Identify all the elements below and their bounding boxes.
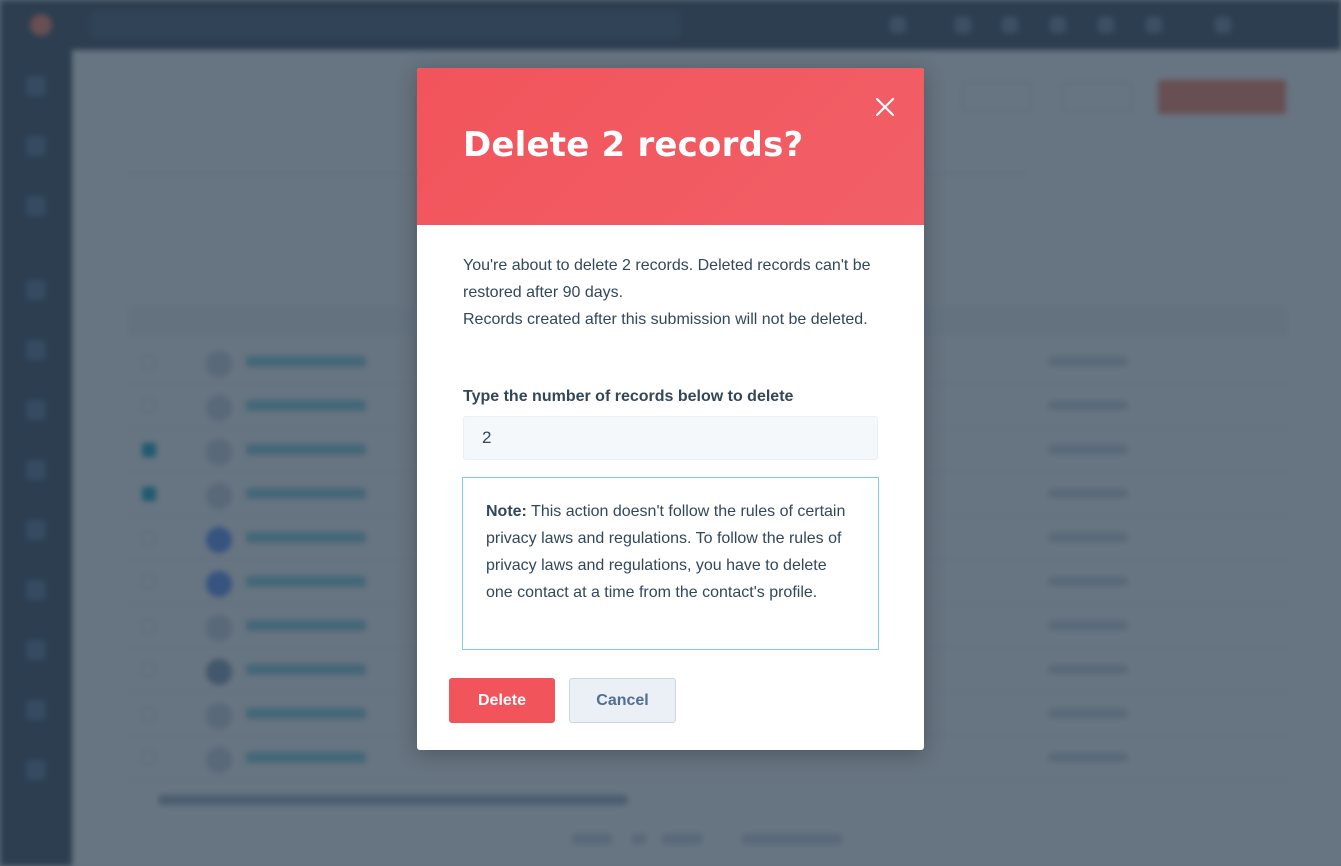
dialog-header: Delete 2 records? bbox=[417, 68, 924, 225]
dialog-title: Delete 2 records? bbox=[463, 125, 804, 165]
deletion-warning-text: You're about to delete 2 records. Delete… bbox=[463, 257, 871, 301]
cancel-button[interactable]: Cancel bbox=[569, 678, 676, 723]
close-icon bbox=[875, 97, 895, 117]
privacy-note: Note: This action doesn't follow the rul… bbox=[462, 477, 879, 650]
confirm-count-label: Type the number of records below to dele… bbox=[463, 388, 794, 405]
note-label: Note: bbox=[486, 503, 527, 520]
dialog-message: You're about to delete 2 records. Delete… bbox=[463, 252, 879, 333]
confirm-count-input[interactable] bbox=[463, 416, 878, 460]
close-button[interactable] bbox=[872, 94, 898, 120]
delete-records-dialog: Delete 2 records? You're about to delete… bbox=[417, 68, 924, 750]
submission-note-text: Records created after this submission wi… bbox=[463, 311, 868, 328]
note-text: This action doesn't follow the rules of … bbox=[486, 503, 846, 601]
delete-button[interactable]: Delete bbox=[449, 678, 555, 723]
